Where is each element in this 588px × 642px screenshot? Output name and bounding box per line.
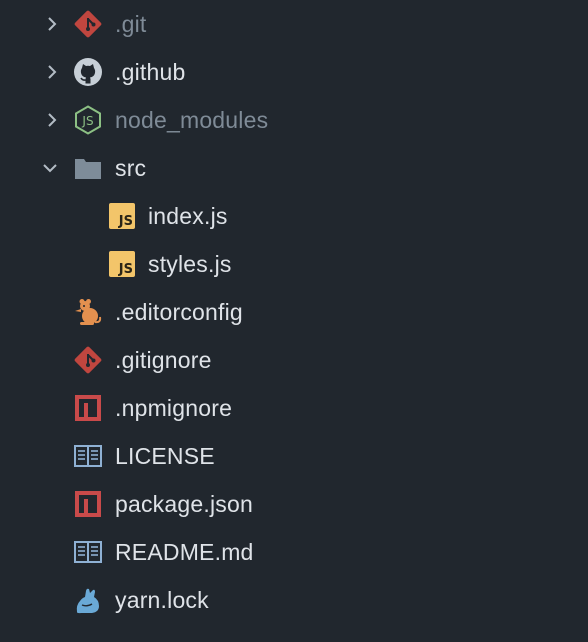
tree-item-label: styles.js (148, 251, 232, 277)
tree-item-npmignore[interactable]: .npmignore (0, 384, 588, 432)
tree-item-label: .gitignore (115, 347, 212, 373)
book-icon (73, 441, 103, 471)
tree-item-label: package.json (115, 491, 253, 517)
tree-item-label: index.js (148, 203, 228, 229)
tree-item-label: node_modules (115, 107, 269, 133)
chevron-down-icon[interactable] (40, 158, 60, 178)
tree-item-label: .github (115, 59, 186, 85)
npm-icon (73, 489, 103, 519)
git-icon (73, 345, 103, 375)
tree-item-editorconfig[interactable]: .editorconfig (0, 288, 588, 336)
chevron-right-icon[interactable] (42, 110, 62, 130)
tree-item-github-folder[interactable]: .github (0, 48, 588, 96)
tree-item-label: README.md (115, 539, 254, 565)
tree-item-label: yarn.lock (115, 587, 209, 613)
tree-item-index-js[interactable]: JS index.js (0, 192, 588, 240)
folder-icon (73, 153, 103, 183)
tree-item-node-modules-folder[interactable]: JS node_modules (0, 96, 588, 144)
javascript-file-icon: JS (107, 201, 137, 231)
tree-item-label: .editorconfig (115, 299, 243, 325)
chevron-right-icon[interactable] (42, 62, 62, 82)
nodejs-icon: JS (73, 105, 103, 135)
tree-item-yarn-lock[interactable]: yarn.lock (0, 576, 588, 624)
tree-item-license[interactable]: LICENSE (0, 432, 588, 480)
svg-text:JS: JS (81, 114, 93, 128)
tree-item-package-json[interactable]: package.json (0, 480, 588, 528)
tree-item-styles-js[interactable]: JS styles.js (0, 240, 588, 288)
tree-item-readme[interactable]: README.md (0, 528, 588, 576)
book-icon (73, 537, 103, 567)
github-icon (73, 57, 103, 87)
tree-item-label: src (115, 155, 147, 181)
tree-item-label: LICENSE (115, 443, 215, 469)
javascript-file-icon: JS (107, 249, 137, 279)
editorconfig-icon (73, 297, 103, 327)
yarn-icon (73, 585, 103, 615)
chevron-right-icon[interactable] (42, 14, 62, 34)
tree-item-git-folder[interactable]: .git (0, 0, 588, 48)
tree-item-gitignore[interactable]: .gitignore (0, 336, 588, 384)
tree-item-label: .git (115, 11, 147, 37)
tree-item-label: .npmignore (115, 395, 233, 421)
npm-icon (73, 393, 103, 423)
git-icon (73, 9, 103, 39)
tree-item-src-folder[interactable]: src (0, 144, 588, 192)
